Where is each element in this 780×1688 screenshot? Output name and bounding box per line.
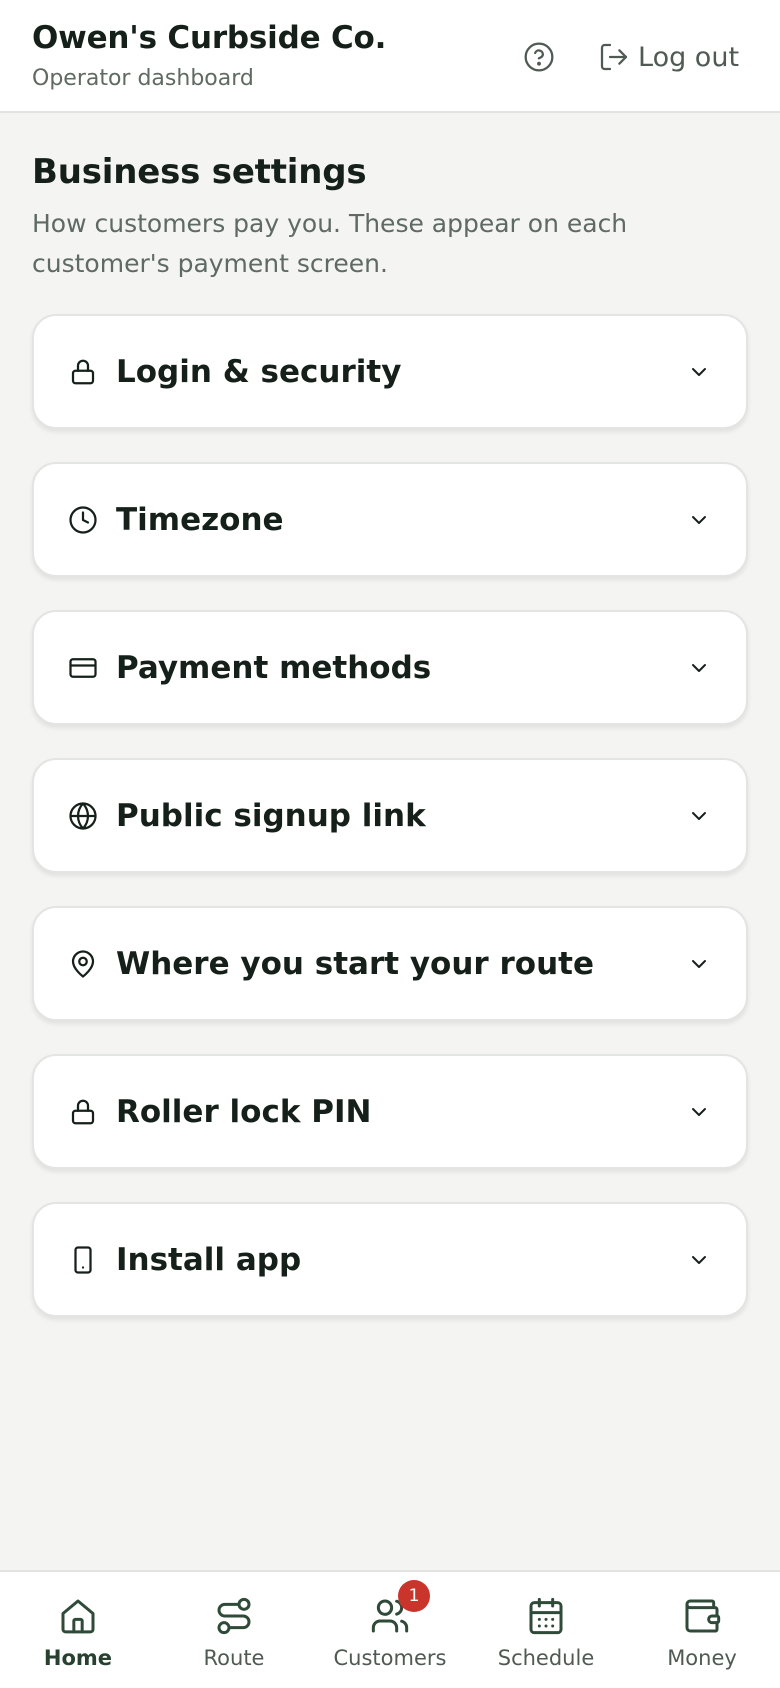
nav-schedule[interactable]: Schedule bbox=[468, 1572, 624, 1688]
nav-route[interactable]: Route bbox=[156, 1572, 312, 1688]
map-pin-icon bbox=[66, 947, 100, 981]
lock-icon bbox=[66, 1095, 100, 1129]
credit-card-icon bbox=[66, 651, 100, 685]
help-circle-icon bbox=[524, 42, 554, 72]
chevron-down-icon bbox=[686, 951, 712, 977]
calendar-icon bbox=[524, 1594, 568, 1638]
nav-customers[interactable]: Customers bbox=[312, 1572, 468, 1688]
app-header: Owen's Curbside Co. Operator dashboard L… bbox=[0, 0, 780, 113]
chevron-down-icon bbox=[686, 1099, 712, 1125]
nav-label: Customers bbox=[333, 1646, 447, 1670]
bottom-nav: Home Route Customers Schedule Money bbox=[0, 1570, 780, 1688]
section-label: Install app bbox=[116, 1241, 302, 1278]
section-route-start[interactable]: Where you start your route bbox=[32, 906, 748, 1021]
section-roller-lock-pin[interactable]: Roller lock PIN bbox=[32, 1054, 748, 1169]
page-description: How customers pay you. These appear on e… bbox=[32, 209, 628, 278]
nav-label: Home bbox=[43, 1646, 113, 1670]
chevron-down-icon bbox=[686, 803, 712, 829]
section-label: Where you start your route bbox=[116, 945, 595, 982]
chevron-down-icon bbox=[686, 1247, 712, 1273]
nav-label: Route bbox=[203, 1646, 265, 1670]
page-title: Business settings bbox=[32, 152, 367, 192]
log-out-icon bbox=[600, 43, 628, 71]
lock-icon bbox=[66, 355, 100, 389]
nav-home[interactable]: Home bbox=[0, 1572, 156, 1688]
customers-count-badge: 1 bbox=[398, 1580, 430, 1612]
settings-sections: Login & security Timezone Payment method… bbox=[32, 314, 748, 1350]
section-label: Login & security bbox=[116, 353, 402, 390]
chevron-down-icon bbox=[686, 507, 712, 533]
nav-money[interactable]: Money bbox=[624, 1572, 780, 1688]
wallet-icon bbox=[680, 1594, 724, 1638]
app-root: Owen's Curbside Co. Operator dashboard L… bbox=[0, 0, 780, 1688]
nav-label: Money bbox=[667, 1646, 737, 1670]
section-login-security[interactable]: Login & security bbox=[32, 314, 748, 429]
dashboard-subtitle: Operator dashboard bbox=[32, 66, 254, 91]
smartphone-icon bbox=[66, 1243, 100, 1277]
home-icon bbox=[56, 1594, 100, 1638]
section-timezone[interactable]: Timezone bbox=[32, 462, 748, 577]
help-button[interactable] bbox=[522, 40, 556, 74]
section-install-app[interactable]: Install app bbox=[32, 1202, 748, 1317]
chevron-down-icon bbox=[686, 655, 712, 681]
business-name: Owen's Curbside Co. bbox=[32, 20, 387, 56]
section-label: Public signup link bbox=[116, 797, 426, 834]
section-label: Payment methods bbox=[116, 649, 432, 686]
section-label: Roller lock PIN bbox=[116, 1093, 372, 1130]
route-icon bbox=[212, 1594, 256, 1638]
chevron-down-icon bbox=[686, 359, 712, 385]
clock-icon bbox=[66, 503, 100, 537]
logout-button[interactable]: Log out bbox=[598, 36, 739, 78]
section-public-signup-link[interactable]: Public signup link bbox=[32, 758, 748, 873]
globe-icon bbox=[66, 799, 100, 833]
section-payment-methods[interactable]: Payment methods bbox=[32, 610, 748, 725]
nav-label: Schedule bbox=[497, 1646, 595, 1670]
section-label: Timezone bbox=[116, 501, 284, 538]
logout-label: Log out bbox=[638, 41, 740, 73]
